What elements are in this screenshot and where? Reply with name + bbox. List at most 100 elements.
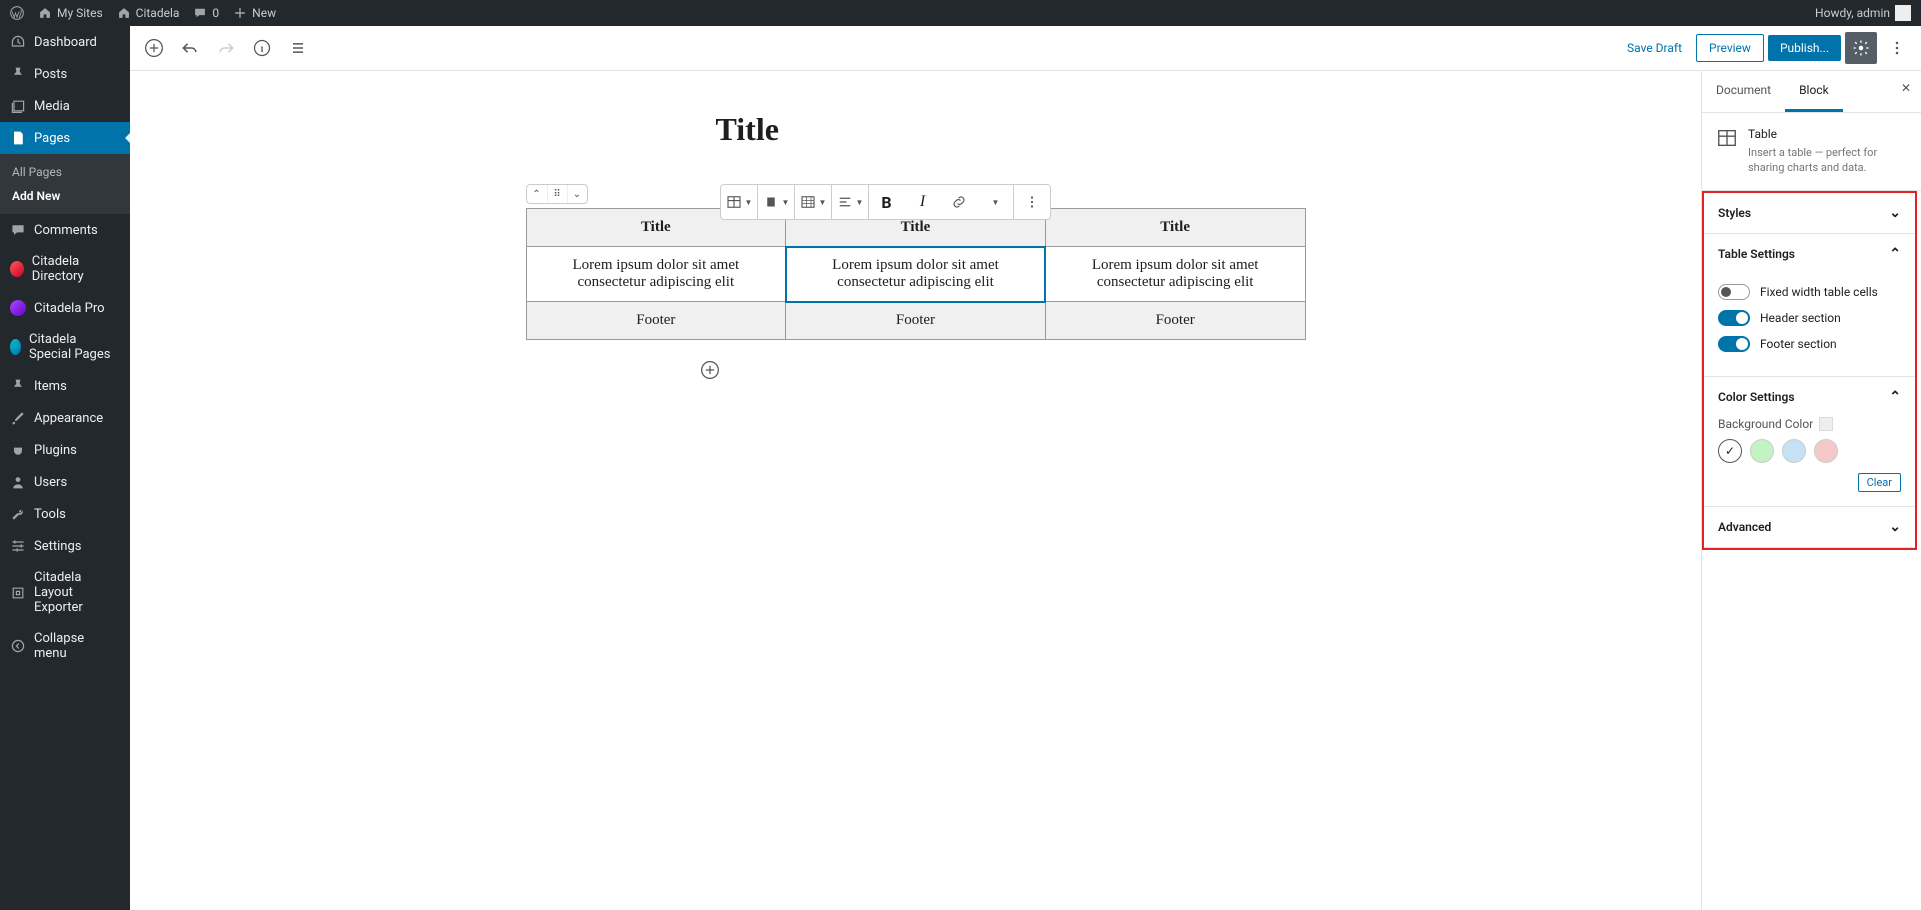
color-swatch[interactable]: ✓	[1718, 439, 1742, 463]
color-swatch[interactable]	[1782, 439, 1806, 463]
table-block[interactable]: ⌃ ⠿ ⌄ ▼ ▼ ▼	[526, 208, 1306, 340]
close-inspector-button[interactable]: ✕	[1891, 71, 1921, 112]
toggle-footer-section[interactable]	[1718, 336, 1750, 352]
block-toolbar: ▼ ▼ ▼ ▼ B	[720, 184, 1051, 220]
wp-logo[interactable]	[10, 6, 24, 20]
table-footer-cell[interactable]: Footer	[526, 302, 786, 340]
content-table[interactable]: Title Title Title Lorem ipsum dolor sit …	[526, 208, 1306, 340]
toggle-fixed-width[interactable]	[1718, 284, 1750, 300]
site-link[interactable]: Citadela	[117, 6, 180, 20]
panel-color-settings[interactable]: Color Settings⌃	[1704, 377, 1915, 417]
bold-button[interactable]: B	[869, 185, 905, 219]
link-button[interactable]	[941, 185, 977, 219]
dots-vertical-icon	[1023, 193, 1041, 211]
more-format-button[interactable]: ▼	[977, 185, 1013, 219]
sidebar-item-users[interactable]: Users	[0, 466, 130, 498]
plus-icon	[233, 6, 247, 20]
sidebar-item-citadela-special[interactable]: Citadela Special Pages	[0, 324, 130, 370]
pin-icon	[10, 66, 26, 82]
comments-link[interactable]: 0	[193, 6, 219, 20]
block-inspector: Document Block ✕ Table Insert a table — …	[1701, 71, 1921, 910]
text-align-button[interactable]: ▼	[832, 185, 868, 219]
preview-button[interactable]: Preview	[1696, 34, 1764, 62]
color-swatches: ✓	[1718, 439, 1901, 463]
info-button[interactable]	[246, 32, 278, 64]
editor-canvas[interactable]: Title ⌃ ⠿ ⌄ ▼ ▼	[130, 71, 1701, 910]
clear-color-button[interactable]: Clear	[1858, 473, 1901, 492]
dashboard-icon	[10, 34, 26, 50]
sidebar-item-citadela-layout[interactable]: Citadela Layout Exporter	[0, 562, 130, 623]
sidebar-item-citadela-directory[interactable]: Citadela Directory	[0, 246, 130, 292]
admin-bar: My Sites Citadela 0 New Howdy, admin	[0, 0, 1921, 26]
block-info: Table Insert a table — perfect for shari…	[1702, 113, 1921, 191]
new-link[interactable]: New	[233, 6, 276, 20]
publish-button[interactable]: Publish...	[1768, 35, 1841, 61]
sidebar-sub-add-new[interactable]: Add New	[0, 184, 130, 208]
user-icon	[10, 474, 26, 490]
tab-block[interactable]: Block	[1785, 71, 1843, 112]
align-button[interactable]: ▼	[758, 185, 794, 219]
redo-button[interactable]	[210, 32, 242, 64]
table-footer-cell[interactable]: Footer	[786, 302, 1046, 340]
undo-button[interactable]	[174, 32, 206, 64]
table-icon	[1716, 127, 1738, 149]
panel-advanced[interactable]: Advanced⌄	[1704, 507, 1915, 547]
table-cell[interactable]: Lorem ipsum dolor sit amet consectetur a…	[786, 247, 1046, 302]
sidebar-item-posts[interactable]: Posts	[0, 58, 130, 90]
chevron-up-icon: ⌃	[1889, 389, 1901, 405]
color-swatch[interactable]	[1814, 439, 1838, 463]
outline-button[interactable]	[282, 32, 314, 64]
collapse-icon	[10, 638, 26, 654]
move-up-button[interactable]: ⌃	[527, 185, 547, 203]
sidebar-sub-all-pages[interactable]: All Pages	[0, 160, 130, 184]
save-draft-button[interactable]: Save Draft	[1617, 35, 1692, 61]
more-menu-button[interactable]	[1881, 32, 1913, 64]
home-icon	[38, 6, 52, 20]
redo-icon	[216, 38, 236, 58]
citadela-dir-icon	[10, 261, 24, 277]
page-title[interactable]: Title	[716, 111, 1306, 148]
sidebar-item-comments[interactable]: Comments	[0, 214, 130, 246]
sidebar-item-citadela-pro[interactable]: Citadela Pro	[0, 292, 130, 324]
sidebar-item-dashboard[interactable]: Dashboard	[0, 26, 130, 58]
panel-styles[interactable]: Styles⌄	[1704, 193, 1915, 233]
append-block-button[interactable]	[696, 356, 724, 384]
sidebar-item-appearance[interactable]: Appearance	[0, 402, 130, 434]
drag-handle[interactable]: ⠿	[547, 185, 567, 203]
plus-circle-icon	[144, 38, 164, 58]
add-block-button[interactable]	[138, 32, 170, 64]
italic-button[interactable]: I	[905, 185, 941, 219]
sidebar-item-settings[interactable]: Settings	[0, 530, 130, 562]
table-cell[interactable]: Lorem ipsum dolor sit amet consectetur a…	[526, 247, 786, 302]
sidebar-item-plugins[interactable]: Plugins	[0, 434, 130, 466]
inspector-tabs: Document Block ✕	[1702, 71, 1921, 113]
sidebar-item-items[interactable]: Items	[0, 370, 130, 402]
my-sites-link[interactable]: My Sites	[38, 6, 103, 20]
toggle-header-section[interactable]	[1718, 310, 1750, 326]
table-header-cell[interactable]: Title	[1045, 209, 1305, 247]
comment-icon	[193, 6, 207, 20]
color-preview-swatch	[1819, 417, 1833, 431]
sidebar-item-pages[interactable]: Pages	[0, 122, 130, 154]
media-icon	[10, 98, 26, 114]
edit-table-button[interactable]: ▼	[795, 185, 831, 219]
block-type-button[interactable]: ▼	[721, 185, 757, 219]
table-footer-cell[interactable]: Footer	[1045, 302, 1305, 340]
sidebar-item-media[interactable]: Media	[0, 90, 130, 122]
panel-table-settings[interactable]: Table Settings⌃	[1704, 234, 1915, 274]
settings-gear-button[interactable]	[1845, 32, 1877, 64]
block-more-button[interactable]	[1014, 185, 1050, 219]
info-icon	[252, 38, 272, 58]
move-down-button[interactable]: ⌄	[567, 185, 587, 203]
tab-document[interactable]: Document	[1702, 71, 1785, 112]
chevron-up-icon: ⌃	[1889, 246, 1901, 262]
color-swatch[interactable]	[1750, 439, 1774, 463]
plug-icon	[10, 442, 26, 458]
sidebar-item-tools[interactable]: Tools	[0, 498, 130, 530]
citadela-pro-icon	[10, 300, 26, 316]
howdy-link[interactable]: Howdy, admin	[1815, 5, 1911, 21]
sidebar-collapse[interactable]: Collapse menu	[0, 623, 130, 669]
table-cell[interactable]: Lorem ipsum dolor sit amet consectetur a…	[1045, 247, 1305, 302]
align-icon	[762, 193, 780, 211]
toggle-label: Header section	[1760, 311, 1841, 325]
